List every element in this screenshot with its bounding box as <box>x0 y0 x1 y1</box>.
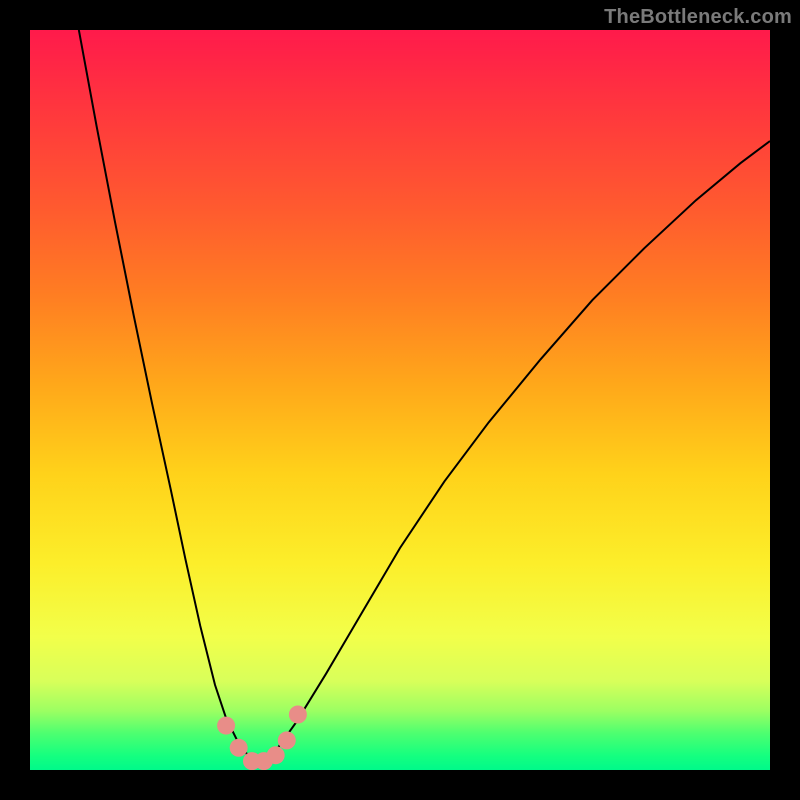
chart-stage: { "watermark": "TheBottleneck.com", "col… <box>0 0 800 800</box>
marker-point <box>267 746 285 764</box>
marker-point <box>278 731 296 749</box>
marker-point <box>230 739 248 757</box>
marker-cluster <box>217 706 307 771</box>
bottleneck-curve-svg <box>30 30 770 770</box>
watermark-text: TheBottleneck.com <box>604 6 792 29</box>
plot-area <box>30 30 770 770</box>
marker-point <box>289 706 307 724</box>
curve-left-branch <box>79 30 260 763</box>
marker-point <box>217 717 235 735</box>
curve-right-branch <box>259 141 770 763</box>
